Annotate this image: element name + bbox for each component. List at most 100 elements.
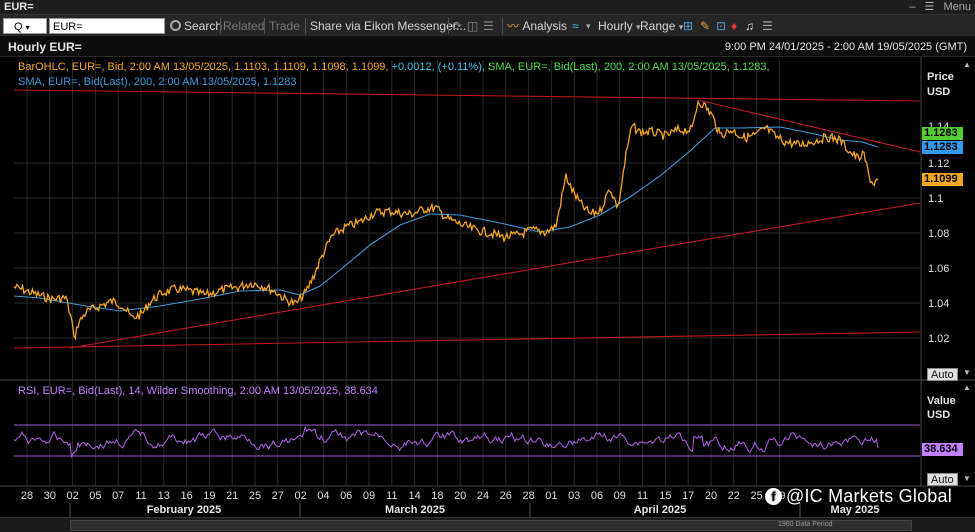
time-tick-label: 03 (568, 490, 580, 502)
search-icon (170, 20, 181, 31)
analysis-icon: 〰 (507, 19, 520, 33)
time-tick-label: 02 (66, 490, 78, 502)
price-tick-label: 1.02 (928, 333, 949, 345)
rsi-auto-button[interactable]: Auto (927, 473, 958, 486)
time-tick-label: 11 (637, 490, 648, 502)
time-tick-label: 22 (728, 490, 740, 502)
chevron-down-icon: ▾ (25, 23, 30, 32)
watermark-text: @IC Markets Global (786, 486, 952, 506)
month-label: February 2025 (147, 504, 222, 516)
time-tick-label: 11 (135, 490, 146, 502)
price-axis-title: Price (927, 71, 954, 83)
price-tick-label: 1.06 (928, 263, 949, 275)
time-tick-label: 13 (158, 490, 170, 502)
bottom-scrollbar[interactable]: 1960 Data Period (0, 517, 975, 532)
bell-icon[interactable]: ♫ (745, 18, 754, 34)
alert-icon[interactable]: ♦ (731, 18, 737, 34)
price-chart[interactable]: 1.121.11.081.061.041.021.14 283002050711… (0, 57, 975, 532)
window-title: EUR= (4, 1, 34, 13)
price-tick-label: 1.04 (928, 298, 949, 310)
time-tick-label: 25 (750, 490, 762, 502)
facebook-icon: f (765, 488, 782, 505)
toolbar: Q ▾ EUR= Search Related Trade Share via … (0, 15, 975, 37)
crosshair-icon[interactable]: ⊞ (683, 18, 693, 34)
month-label: April 2025 (634, 504, 687, 516)
price-auto-button[interactable]: Auto (927, 368, 958, 381)
interval-label: Hourly (598, 19, 633, 33)
time-tick-label: 20 (454, 490, 466, 502)
minimize-icon[interactable]: ‒ (909, 1, 915, 13)
share-button[interactable]: Share via Eikon Messenger... (310, 18, 466, 34)
price-axis-unit: USD (927, 86, 951, 98)
sma1-legend: SMA, EUR=, Bid(Last), 200, 2:00 AM 13/05… (487, 61, 770, 73)
rsi-scroll-down-icon[interactable]: ▼ (963, 474, 971, 483)
sma2-legend-row: SMA, EUR=, Bid(Last), 200, 2:00 AM 13/05… (18, 75, 297, 90)
chart-style-icon[interactable]: ≈ (572, 18, 579, 34)
time-tick-label: 14 (408, 490, 420, 502)
related-button[interactable]: Related (223, 18, 264, 34)
search-label: Search (184, 19, 223, 33)
scroll-up-icon[interactable]: ▲ (963, 60, 971, 69)
time-tick-label: 16 (180, 490, 192, 502)
price-legend: BarOHLC, EUR=, Bid, 2:00 AM 13/05/2025, … (18, 60, 770, 75)
time-tick-label: 28 (21, 490, 33, 502)
toggle-icon[interactable]: ◫ (467, 18, 478, 34)
time-tick-label: 06 (591, 490, 603, 502)
rsi-value-tag: 38.634 (922, 443, 963, 456)
ric-input[interactable]: EUR= (49, 18, 165, 34)
quote-type-dropdown[interactable]: Q ▾ (3, 18, 47, 34)
range-dropdown[interactable]: Range ▾ (640, 18, 683, 34)
rsi-axis-unit: USD (927, 409, 951, 421)
more-icon[interactable]: ☰ (762, 18, 773, 34)
time-tick-label: 09 (614, 490, 626, 502)
ohlc-legend: BarOHLC, EUR=, Bid, 2:00 AM 13/05/2025, … (18, 61, 389, 73)
time-tick-label: 20 (705, 490, 717, 502)
chart-style-chevron-icon[interactable]: ▾ (586, 18, 591, 34)
window-titlebar: EUR= ‒ ☰ Menu (0, 0, 975, 15)
month-label: March 2025 (385, 504, 445, 516)
sma-tag-green: 1.1283 (922, 127, 963, 140)
time-tick-label: 19 (203, 490, 215, 502)
interval-dropdown[interactable]: Hourly ▾ (598, 18, 641, 34)
time-tick-label: 18 (431, 490, 443, 502)
time-tick-label: 07 (112, 490, 124, 502)
time-tick-label: 28 (522, 490, 534, 502)
time-tick-label: 26 (500, 490, 512, 502)
time-tick-label: 02 (294, 490, 306, 502)
menu-label[interactable]: Menu (943, 1, 971, 13)
rsi-legend-row: RSI, EUR=, Bid(Last), 14, Wilder Smoothi… (18, 384, 378, 399)
time-tick-label: 25 (249, 490, 261, 502)
list-icon[interactable]: ☰ (483, 18, 494, 34)
window-controls: ‒ ☰ Menu (903, 0, 971, 13)
time-tick-label: 05 (89, 490, 101, 502)
price-tick-label: 1.1 (928, 193, 943, 205)
rsi-legend: RSI, EUR=, Bid(Last), 14, Wilder Smoothi… (18, 385, 378, 397)
time-tick-label: 04 (317, 490, 329, 502)
price-tick-label: 1.12 (928, 158, 949, 170)
sma2-legend: SMA, EUR=, Bid(Last), 200, 2:00 AM 13/05… (18, 76, 297, 88)
analysis-button[interactable]: 〰 Analysis (507, 18, 567, 34)
quote-type-label: Q (14, 21, 23, 33)
search-button[interactable]: Search (170, 18, 222, 34)
time-tick-label: 11 (386, 490, 397, 502)
sma-tag-blue: 1.1283 (922, 141, 963, 154)
time-tick-label: 30 (44, 490, 56, 502)
rsi-axis-title: Value (927, 395, 956, 407)
time-tick-label: 15 (659, 490, 671, 502)
draw-tool-icon[interactable]: ✎ (700, 18, 710, 34)
refresh-icon[interactable]: ⟳ (452, 18, 462, 34)
time-tick-label: 09 (363, 490, 375, 502)
rsi-scroll-up-icon[interactable]: ▲ (963, 383, 971, 392)
watermark: f @IC Markets Global (765, 486, 952, 508)
time-tick-label: 24 (477, 490, 489, 502)
menu-icon[interactable]: ☰ (925, 1, 935, 13)
analysis-label: Analysis (522, 19, 568, 33)
scroll-down-icon[interactable]: ▼ (963, 368, 971, 377)
chart-title: Hourly EUR= (8, 40, 82, 54)
chart-header: Hourly EUR= 9:00 PM 24/01/2025 - 2:00 AM… (0, 37, 975, 57)
date-range: 9:00 PM 24/01/2025 - 2:00 AM 19/05/2025 … (724, 41, 967, 53)
time-tick-label: 27 (272, 490, 284, 502)
trade-button[interactable]: Trade (269, 18, 300, 34)
change-legend: +0.0012, (+0.11%), (391, 61, 485, 73)
zoom-icon[interactable]: ⊡ (716, 18, 726, 34)
